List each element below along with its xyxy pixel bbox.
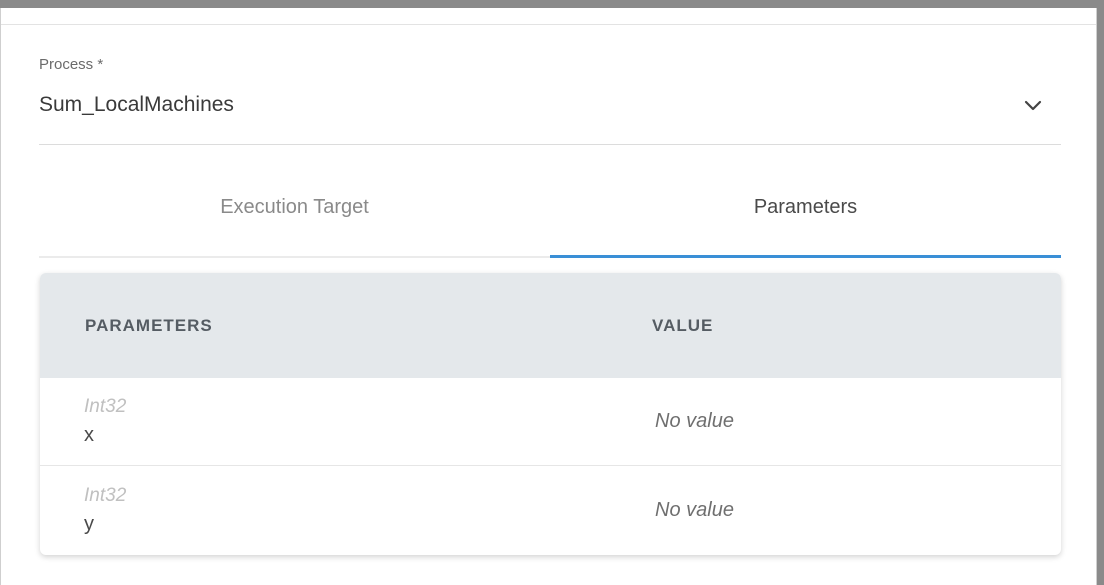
parameter-cell: Int32 x <box>40 396 607 447</box>
header-parameters: PARAMETERS <box>85 315 213 335</box>
tab-bar: Execution Target Parameters <box>39 168 1061 258</box>
parameter-cell: Int32 y <box>40 485 607 536</box>
parameter-name: y <box>84 512 94 535</box>
top-divider <box>1 24 1096 25</box>
process-label: Process * <box>39 56 104 73</box>
tab-parameters-label: Parameters <box>753 196 858 218</box>
tab-execution-target-label: Execution Target <box>220 196 369 218</box>
header-value: VALUE <box>652 315 714 335</box>
process-select[interactable]: Process * Sum_LocalMachines <box>39 56 1061 145</box>
dialog: Process * Sum_LocalMachines Execution Ta… <box>0 8 1097 585</box>
parameter-value[interactable]: No value <box>607 499 734 522</box>
parameter-type: Int32 <box>84 396 127 417</box>
table-header: PARAMETERS VALUE <box>40 273 1061 378</box>
parameter-type: Int32 <box>84 484 127 506</box>
table-row: Int32 y No value <box>40 466 1061 554</box>
parameter-value[interactable]: No value <box>607 410 734 433</box>
chevron-down-icon[interactable] <box>1023 96 1043 116</box>
tab-execution-target[interactable]: Execution Target <box>39 168 550 256</box>
table-row: Int32 x No value <box>40 378 1061 466</box>
tab-parameters[interactable]: Parameters <box>550 168 1061 258</box>
parameter-name: x <box>84 424 94 446</box>
parameters-table: PARAMETERS VALUE Int32 x No value Int32 … <box>40 273 1061 555</box>
process-value[interactable]: Sum_LocalMachines <box>39 93 234 117</box>
